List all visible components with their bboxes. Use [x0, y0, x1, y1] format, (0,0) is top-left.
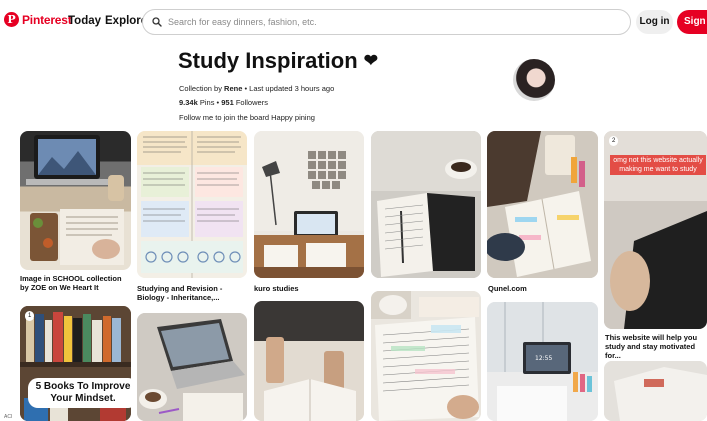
- pin-highlighted-notes-image: [371, 291, 481, 421]
- pin-highlighted-notes[interactable]: [371, 291, 481, 421]
- pin-desk-setup-image: [254, 131, 364, 278]
- svg-text:12:55: 12:55: [535, 355, 552, 362]
- pin-desk-setup[interactable]: [254, 131, 364, 278]
- pin-laptop-window-image: 12:55: [487, 302, 598, 421]
- pin-planner-coffee-image: [371, 131, 481, 278]
- pin-motivation-website[interactable]: 2 omg not this website actually making m…: [604, 131, 707, 329]
- last-updated: • Last updated 3 hours ago: [242, 84, 335, 93]
- pin-books-mindset[interactable]: 1 5 Books To Improve Your Mindset.: [20, 306, 131, 421]
- search-placeholder: Search for easy dinners, fashion, etc.: [168, 17, 317, 27]
- followers-count[interactable]: 951: [221, 98, 234, 107]
- pinterest-logo-icon: P: [4, 12, 19, 27]
- pin-planner-coffee[interactable]: [371, 131, 481, 278]
- pin-folder-image: [604, 361, 707, 421]
- board-title: Study Inspiration ❤: [178, 48, 378, 74]
- pin-caption[interactable]: Image in SCHOOL collection by ZOE on We …: [20, 274, 132, 292]
- pin-biology-notes-image: [137, 131, 247, 278]
- login-button[interactable]: Log in: [636, 10, 673, 34]
- pin-coffee-reading[interactable]: [254, 301, 364, 421]
- pin-coffee-reading-image: [254, 301, 364, 421]
- corner-mark: ACI: [4, 414, 13, 420]
- pins-label: Pins •: [197, 98, 222, 107]
- pin-overlay-text: omg not this website actually making me …: [610, 155, 706, 175]
- board-owner-link[interactable]: Rene: [224, 84, 242, 93]
- pin-laptop-notebook[interactable]: [20, 131, 131, 270]
- pin-qunel-image: [487, 131, 598, 278]
- signup-button[interactable]: Sign up: [677, 10, 707, 34]
- page: P Pinterest Today Explore Search for eas…: [0, 0, 707, 421]
- pin-caption[interactable]: kuro studies: [254, 284, 366, 293]
- nav-today[interactable]: Today: [68, 15, 101, 27]
- nav-explore[interactable]: Explore: [105, 15, 147, 27]
- followers-label[interactable]: Followers: [234, 98, 268, 107]
- search-icon: [152, 17, 162, 27]
- heart-icon: ❤: [363, 51, 378, 70]
- pin-overlay-text: 5 Books To Improve Your Mindset.: [28, 378, 131, 408]
- pin-caption[interactable]: Qunel.com: [488, 284, 600, 293]
- board-collection-line: Collection by Rene • Last updated 3 hour…: [179, 84, 334, 93]
- pin-laptop-desk-image: [137, 313, 247, 421]
- pin-laptop-desk[interactable]: [137, 313, 247, 421]
- pins-count: 9.34k: [179, 98, 198, 107]
- board-title-text: Study Inspiration: [178, 48, 358, 73]
- pin-laptop-notebook-image: [26, 135, 124, 265]
- pinterest-logo[interactable]: P Pinterest: [4, 12, 72, 27]
- collection-by-prefix: Collection by: [179, 84, 225, 93]
- board-description: Follow me to join the board Happy pining: [179, 113, 315, 122]
- search-input[interactable]: Search for easy dinners, fashion, etc.: [142, 9, 631, 35]
- board-stats: 9.34k Pins • 951 Followers: [179, 98, 268, 107]
- pin-biology-notes[interactable]: [137, 131, 247, 278]
- pin-folder[interactable]: [604, 361, 707, 421]
- top-navigation-bar: P Pinterest Today Explore Search for eas…: [0, 0, 707, 44]
- logo-text: Pinterest: [22, 12, 72, 27]
- pin-caption[interactable]: This website will help you study and sta…: [605, 333, 707, 360]
- avatar[interactable]: [513, 59, 555, 101]
- pin-laptop-window[interactable]: 12:55: [487, 302, 598, 421]
- pin-caption[interactable]: Studying and Revision - Biology - Inheri…: [137, 284, 249, 302]
- pin-qunel[interactable]: [487, 131, 598, 278]
